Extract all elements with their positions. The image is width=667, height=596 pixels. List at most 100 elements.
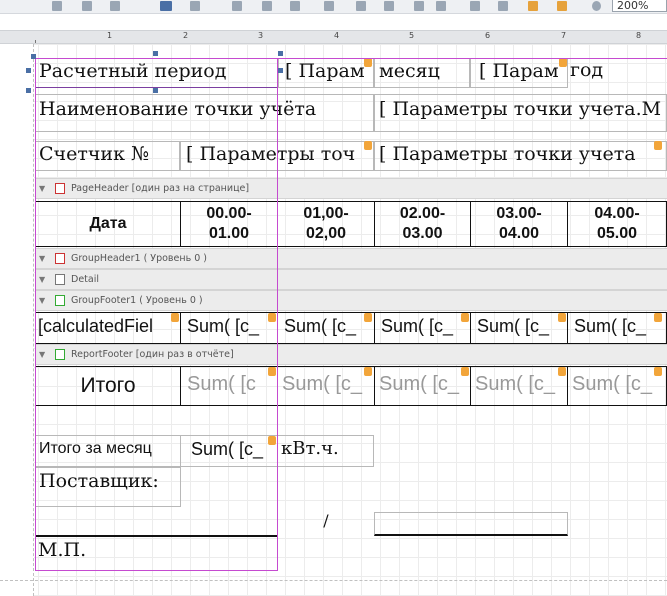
total-sum-field[interactable]: Sum( [c_ bbox=[567, 366, 667, 406]
selection-handle[interactable] bbox=[278, 68, 283, 73]
report-design-surface[interactable]: Расчетный период [ Парам месяц [ Парам г… bbox=[0, 44, 667, 596]
horizontal-spacing-icon[interactable] bbox=[324, 1, 334, 11]
monthly-total-label[interactable]: Итого за месяц bbox=[35, 435, 181, 467]
expression-icon bbox=[654, 367, 662, 376]
collapse-triangle-icon[interactable]: ▼ bbox=[39, 291, 45, 310]
detail-band[interactable]: ▼ Detail bbox=[35, 269, 667, 290]
ruler-mark: 2 bbox=[183, 31, 189, 40]
total-sum-field[interactable]: Sum( [c_ bbox=[470, 366, 568, 406]
sum-field[interactable]: Sum( [c_ bbox=[470, 312, 568, 344]
center-vertically-icon[interactable] bbox=[498, 1, 508, 11]
group-footer-band[interactable]: ▼ GroupFooter1 ( Уровень 0 ) bbox=[35, 290, 667, 311]
monthly-sum-field[interactable]: Sum( [c_ bbox=[180, 435, 278, 467]
total-sum-field[interactable]: Sum( [c_ bbox=[374, 366, 471, 406]
header-date[interactable]: Дата bbox=[35, 201, 181, 247]
align-right-icon[interactable] bbox=[110, 1, 120, 11]
expression-icon bbox=[268, 313, 276, 322]
unit-label[interactable]: кВт.ч. bbox=[277, 435, 374, 467]
year-label[interactable]: год bbox=[568, 58, 667, 88]
zoom-icon[interactable] bbox=[592, 1, 601, 11]
align-grid-icon[interactable] bbox=[160, 1, 172, 11]
point-label[interactable]: Наименование точки учёта bbox=[35, 94, 374, 132]
ruler-mark: 5 bbox=[409, 31, 415, 40]
expression-icon bbox=[558, 313, 566, 322]
align-center-icon[interactable] bbox=[82, 1, 92, 11]
page-header-band-icon bbox=[55, 183, 65, 194]
ruler-mark: 7 bbox=[561, 31, 567, 40]
selection-handle[interactable] bbox=[26, 88, 31, 93]
horizontal-ruler: 1 2 3 4 5 6 7 8 bbox=[0, 30, 667, 44]
make-same-width-icon[interactable] bbox=[232, 1, 242, 11]
expression-icon bbox=[268, 367, 276, 376]
collapse-triangle-icon[interactable]: ▼ bbox=[39, 270, 45, 289]
expression-icon bbox=[654, 313, 662, 322]
sum-field[interactable]: Sum( [c_ bbox=[277, 312, 375, 344]
zoom-dropdown[interactable]: 200% bbox=[612, 0, 667, 12]
expression-icon bbox=[654, 141, 662, 150]
report-footer-band-icon bbox=[55, 349, 65, 360]
stamp-label[interactable]: М.П. bbox=[35, 537, 278, 571]
detail-band-icon bbox=[55, 274, 65, 285]
sum-field[interactable]: Sum( [c_ bbox=[180, 312, 278, 344]
page-header-band[interactable]: ▼ PageHeader [один раз на странице] bbox=[35, 178, 667, 199]
remove-spacing-icon[interactable] bbox=[436, 1, 446, 11]
expression-icon bbox=[558, 367, 566, 376]
sum-field[interactable]: Sum( [c_ bbox=[567, 312, 667, 344]
selection-handle[interactable] bbox=[26, 68, 31, 73]
meter-param-field[interactable]: [ Параметры точки учета bbox=[374, 141, 667, 171]
expression-icon bbox=[171, 313, 179, 322]
center-horizontally-icon[interactable] bbox=[470, 1, 480, 11]
make-same-height-icon[interactable] bbox=[262, 1, 272, 11]
collapse-triangle-icon[interactable]: ▼ bbox=[39, 179, 45, 198]
expression-icon bbox=[268, 436, 276, 445]
supplier-label[interactable]: Поставщик: bbox=[35, 467, 181, 507]
report-footer-band[interactable]: ▼ ReportFooter [один раз в отчёте] bbox=[35, 344, 667, 365]
size-to-grid-icon[interactable] bbox=[190, 1, 200, 11]
increase-spacing-icon[interactable] bbox=[384, 1, 394, 11]
header-hour[interactable]: 00.00-01.00 bbox=[180, 201, 278, 247]
point-param-field[interactable]: [ Параметры точки учета.М bbox=[374, 94, 667, 132]
bring-to-front-icon[interactable] bbox=[528, 1, 538, 11]
period-label[interactable]: Расчетный период bbox=[35, 58, 278, 88]
header-hour[interactable]: 03.00-04.00 bbox=[470, 201, 568, 247]
vertical-spacing-icon[interactable] bbox=[356, 1, 366, 11]
expression-icon bbox=[364, 141, 372, 150]
ruler-mark: 1 bbox=[107, 31, 113, 40]
expression-icon bbox=[461, 313, 469, 322]
header-hour[interactable]: 01,00-02,00 bbox=[277, 201, 375, 247]
expression-icon bbox=[364, 367, 372, 376]
expression-icon bbox=[461, 367, 469, 376]
header-hour[interactable]: 02.00-03.00 bbox=[374, 201, 471, 247]
ruler-mark: 8 bbox=[636, 31, 642, 40]
group-header-band-icon bbox=[55, 253, 65, 264]
ruler-mark: 6 bbox=[485, 31, 491, 40]
meter-label[interactable]: Счетчик № bbox=[35, 141, 180, 171]
align-left-icon[interactable] bbox=[52, 1, 62, 11]
collapse-triangle-icon[interactable]: ▼ bbox=[39, 249, 45, 268]
header-hour[interactable]: 04.00-05.00 bbox=[567, 201, 667, 247]
meter-param-field[interactable]: [ Параметры точ bbox=[180, 141, 374, 171]
group-header-band[interactable]: ▼ GroupHeader1 ( Уровень 0 ) bbox=[35, 248, 667, 269]
make-same-size-icon[interactable] bbox=[290, 1, 300, 11]
total-label[interactable]: Итого bbox=[35, 366, 181, 406]
designer-toolbar: 200% bbox=[0, 0, 667, 14]
name-line-box[interactable] bbox=[374, 512, 568, 536]
calculated-field[interactable]: [calculatedFiel bbox=[35, 312, 181, 344]
total-sum-field[interactable]: Sum( [c bbox=[180, 366, 278, 406]
decrease-spacing-icon[interactable] bbox=[414, 1, 424, 11]
selection-handle[interactable] bbox=[31, 54, 36, 59]
param-field[interactable]: [ Парам bbox=[470, 58, 568, 88]
total-sum-field[interactable]: Sum( [c_ bbox=[277, 366, 375, 406]
collapse-triangle-icon[interactable]: ▼ bbox=[39, 345, 45, 364]
selection-handle[interactable] bbox=[153, 51, 158, 56]
left-margin bbox=[0, 44, 34, 596]
expression-icon bbox=[559, 58, 567, 67]
signature-slash[interactable]: / bbox=[278, 512, 374, 536]
expression-icon bbox=[364, 58, 372, 67]
selection-handle[interactable] bbox=[153, 88, 158, 93]
param-field[interactable]: [ Парам bbox=[278, 58, 374, 88]
month-label[interactable]: месяц bbox=[374, 58, 470, 88]
sum-field[interactable]: Sum( [c_ bbox=[374, 312, 471, 344]
send-to-back-icon[interactable] bbox=[557, 1, 567, 11]
selection-handle[interactable] bbox=[278, 51, 283, 56]
